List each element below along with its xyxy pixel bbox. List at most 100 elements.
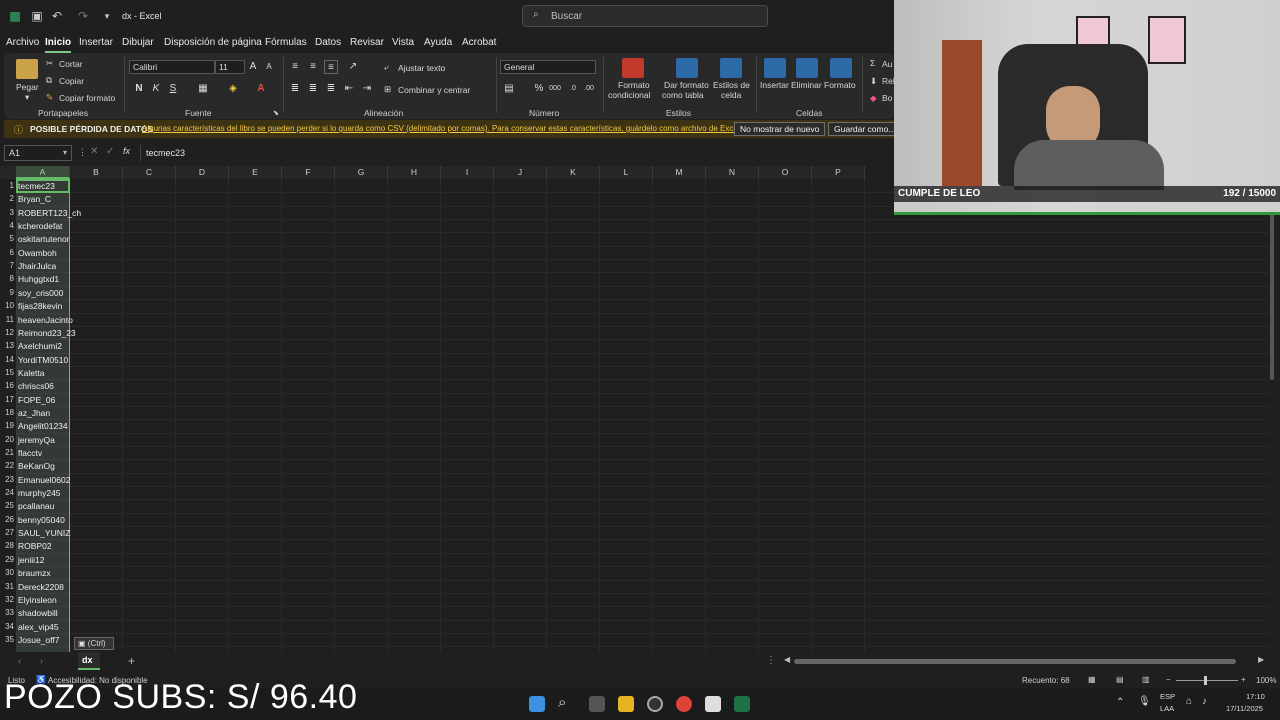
horizontal-scroll-thumb[interactable] — [794, 659, 1236, 664]
delete-cells-button[interactable]: Eliminar — [791, 80, 822, 90]
row-header[interactable]: 20 — [0, 435, 16, 444]
zoom-out-icon[interactable]: − — [1166, 675, 1171, 684]
zoom-slider-thumb[interactable] — [1204, 676, 1207, 685]
merge-center-button[interactable]: Combinar y centrar — [398, 85, 470, 95]
paste-button[interactable]: Pegar — [16, 82, 39, 92]
number-format-select[interactable]: General — [500, 60, 596, 74]
zoom-slider[interactable] — [1176, 680, 1238, 681]
format-as-table-label-2[interactable]: como tabla — [662, 90, 704, 100]
cut-icon[interactable]: ✂ — [46, 58, 53, 69]
tab-disposicion[interactable]: Disposición de página — [164, 37, 262, 48]
row-header[interactable]: 1 — [0, 181, 16, 190]
app-icon[interactable] — [705, 696, 721, 712]
paste-dropdown-icon[interactable]: ▾ — [25, 92, 29, 103]
format-painter-icon[interactable]: ✎ — [46, 92, 53, 103]
cell-a[interactable]: soy_cris000 — [18, 288, 63, 298]
row-header[interactable]: 30 — [0, 568, 16, 577]
cell-a[interactable]: kcherodefat — [18, 221, 62, 231]
column-header-d[interactable]: D — [176, 166, 229, 179]
borders-icon[interactable]: ▦ — [196, 82, 210, 96]
search-input[interactable]: ⌕ Buscar — [522, 5, 768, 27]
insert-cells-button[interactable]: Insertar — [760, 80, 789, 90]
wrap-text-button[interactable]: Ajustar texto — [398, 63, 445, 73]
cell-a[interactable]: Axelchumi2 — [18, 341, 62, 351]
cell-a[interactable]: Josue_off7 — [18, 635, 59, 645]
cell-a[interactable]: SAUL_YUNIZ — [18, 528, 70, 538]
column-header-h[interactable]: H — [388, 166, 441, 179]
cell-a[interactable]: shadowbill — [18, 608, 58, 618]
row-header[interactable]: 14 — [0, 355, 16, 364]
cell-a[interactable]: flacctv — [18, 448, 42, 458]
wrap-text-icon[interactable]: ⤶ — [384, 62, 389, 73]
cell-a[interactable]: az_Jhan — [18, 408, 50, 418]
cell-a[interactable]: jeremyQa — [18, 435, 55, 445]
zoom-level[interactable]: 100% — [1256, 676, 1276, 685]
row-header[interactable]: 19 — [0, 421, 16, 430]
tab-ayuda[interactable]: Ayuda — [424, 37, 452, 48]
cell-a[interactable]: Emanuel0602 — [18, 475, 70, 485]
prev-sheet-icon[interactable]: ‹ — [18, 656, 21, 666]
warning-message-link[interactable]: Algunas características del libro se pue… — [142, 124, 742, 133]
paste-options-button[interactable]: ▣ (Ctrl) — [74, 637, 114, 650]
decrease-font-icon[interactable]: A — [262, 60, 276, 74]
fill-button[interactable]: Rel — [882, 76, 895, 86]
normal-view-icon[interactable]: ▦ — [1088, 675, 1096, 684]
customize-toolbar-icon[interactable]: ▾ — [100, 9, 114, 23]
paste-icon[interactable] — [16, 59, 38, 79]
column-header-o[interactable]: O — [759, 166, 812, 179]
tab-archivo[interactable]: Archivo — [6, 37, 39, 48]
cell-a[interactable]: oskitartutenor — [18, 234, 70, 244]
format-painter-button[interactable]: Copiar formato — [59, 93, 115, 103]
task-view-icon[interactable] — [589, 696, 605, 712]
fill-color-icon[interactable]: ◈ — [226, 82, 240, 96]
clock-time[interactable]: 17:10 — [1246, 692, 1265, 701]
cell-a[interactable]: Owamboh — [18, 248, 57, 258]
cell-a[interactable]: pcallanau — [18, 501, 54, 511]
column-header-i[interactable]: I — [441, 166, 494, 179]
cell-styles-label-1[interactable]: Estilos de — [713, 80, 750, 90]
row-header[interactable]: 6 — [0, 248, 16, 257]
vertical-scroll-thumb[interactable] — [1270, 200, 1274, 380]
name-box-dropdown-icon[interactable]: ▾ — [63, 148, 67, 157]
column-header-p[interactable]: P — [812, 166, 865, 179]
decrease-decimal-icon[interactable]: .00 — [582, 82, 596, 96]
row-header[interactable]: 15 — [0, 368, 16, 377]
cell-styles-icon[interactable] — [720, 58, 742, 78]
column-header-a[interactable]: A — [16, 166, 70, 179]
row-header[interactable]: 23 — [0, 475, 16, 484]
row-header[interactable]: 3 — [0, 208, 16, 217]
clear-button[interactable]: Bo — [882, 93, 892, 103]
tab-insertar[interactable]: Insertar — [79, 37, 113, 48]
increase-font-icon[interactable]: A — [246, 60, 260, 74]
align-bottom-icon[interactable]: ≡ — [324, 60, 338, 74]
network-icon[interactable]: ⌂ — [1186, 696, 1192, 707]
page-layout-icon[interactable]: ▤ — [1116, 675, 1124, 684]
row-header[interactable]: 12 — [0, 328, 16, 337]
column-header-j[interactable]: J — [494, 166, 547, 179]
font-name-select[interactable]: Calibri — [129, 60, 215, 74]
conditional-format-label-1[interactable]: Formato — [618, 80, 650, 90]
sheet-tab-dx[interactable]: dx — [78, 652, 100, 670]
row-header[interactable]: 8 — [0, 274, 16, 283]
cell-a[interactable]: BeKanOg — [18, 461, 55, 471]
confirm-entry-icon[interactable]: ✓ — [106, 146, 114, 157]
copy-icon[interactable]: ⧉ — [46, 75, 52, 86]
tab-datos[interactable]: Datos — [315, 37, 341, 48]
fill-icon[interactable]: ⬇ — [870, 76, 877, 87]
row-header[interactable]: 35 — [0, 635, 16, 644]
row-header[interactable]: 32 — [0, 595, 16, 604]
font-size-select[interactable]: 11 — [215, 60, 245, 74]
row-header[interactable]: 13 — [0, 341, 16, 350]
font-color-icon[interactable]: A — [254, 82, 268, 96]
worksheet-grid[interactable]: ABCDEFGHIJKLMNOP 1 tecmec23 2 Bryan_C 3 ROBER… — [0, 166, 1268, 652]
page-break-icon[interactable]: ▥ — [1142, 675, 1150, 684]
clear-icon[interactable]: ◆ — [870, 93, 877, 104]
start-icon[interactable] — [529, 696, 545, 712]
delete-cells-icon[interactable] — [796, 58, 818, 78]
bold-button[interactable]: N — [132, 82, 146, 96]
column-header-b[interactable]: B — [70, 166, 123, 179]
scroll-left-icon[interactable]: ◀ — [784, 655, 790, 664]
cut-button[interactable]: Cortar — [59, 59, 83, 69]
decrease-indent-icon[interactable]: ⇤ — [342, 82, 356, 96]
align-left-icon[interactable]: ≣ — [288, 82, 302, 96]
